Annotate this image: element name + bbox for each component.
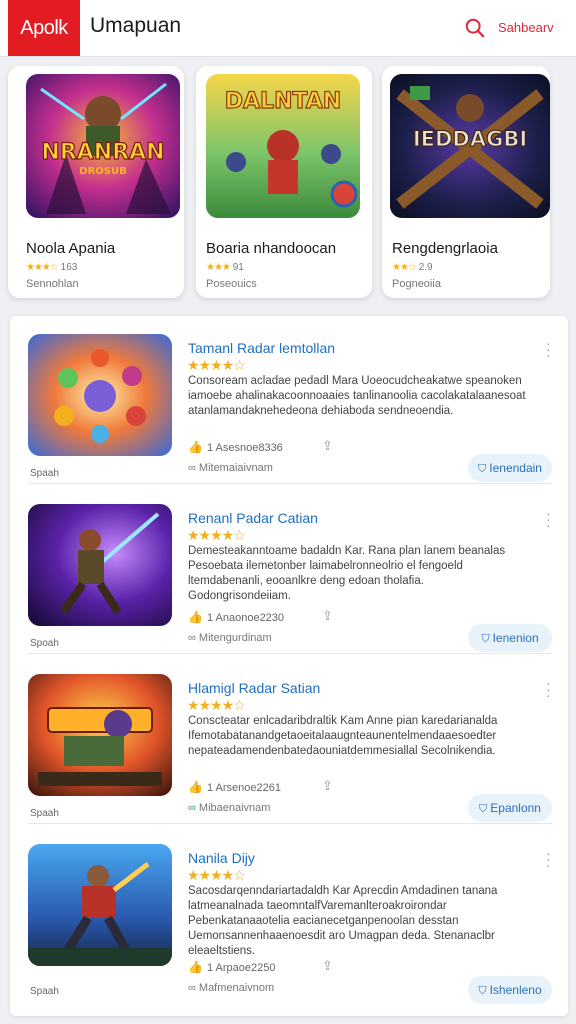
- artwork-subtitle: DROSUB: [79, 166, 126, 177]
- share-icon[interactable]: ⇪: [322, 608, 333, 624]
- star-rating-icon: ★★★: [206, 262, 231, 273]
- list-item[interactable]: Spoah Renanl Padar Catian ★★★★☆ Demestea…: [10, 486, 568, 654]
- shield-icon: ⛉: [478, 463, 487, 475]
- item-developer: ∞ Mibaenaivnam: [188, 802, 271, 814]
- featured-title: Rengdengrlaoia: [392, 240, 498, 257]
- featured-rating: ★★★ 91: [206, 262, 244, 273]
- install-button[interactable]: ⛉ Ienendain: [468, 454, 552, 482]
- star-rating-icon: ★★★★☆: [187, 697, 246, 713]
- star-rating-icon: ★★★☆: [26, 262, 59, 273]
- thumbs-up-icon: 👍: [188, 610, 203, 624]
- more-options-icon[interactable]: · · ·: [546, 846, 551, 872]
- featured-subtitle: Poseouics: [206, 278, 257, 290]
- item-developer: ∞ Mitengurdinam: [188, 632, 272, 644]
- featured-subtitle: Sennohlan: [26, 278, 79, 290]
- item-downloads: 👍 1 Arsenoe2261: [188, 780, 281, 794]
- item-downloads: 👍 1 Arpaoe2250: [188, 960, 276, 974]
- infinity-icon: ∞: [188, 462, 196, 474]
- featured-card[interactable]: IEDDAGBI Rengdengrlaoia ★★☆ 2.9 Pogneoii…: [382, 66, 550, 298]
- item-title[interactable]: Hlamigl Radar Satian: [188, 680, 320, 696]
- share-icon[interactable]: ⇪: [322, 778, 333, 794]
- share-icon[interactable]: ⇪: [322, 958, 333, 974]
- infinity-icon: ∞: [188, 632, 196, 644]
- featured-title: Noola Apania: [26, 240, 116, 257]
- item-title[interactable]: Nanila Dijy: [188, 850, 255, 866]
- artwork-title: IEDDAGBI: [413, 127, 527, 151]
- share-icon[interactable]: ⇪: [322, 438, 333, 454]
- featured-rating: ★★☆ 2.9: [392, 262, 433, 273]
- game-thumbnail: [28, 674, 172, 796]
- install-button[interactable]: ⛉ Epanlonn: [468, 794, 552, 822]
- item-caption: Spaah: [30, 808, 59, 819]
- shield-icon: ⛉: [481, 633, 490, 645]
- artwork-title: DALNTAN: [225, 89, 341, 114]
- list-item[interactable]: Spaah Tamanl Radar lemtollan ★★★★☆ Conso…: [10, 316, 568, 484]
- more-options-icon[interactable]: · · ·: [546, 676, 551, 702]
- install-button[interactable]: ⛉ Ishenleno: [468, 976, 552, 1004]
- infinity-icon: ∞: [188, 982, 196, 994]
- item-caption: Spaah: [30, 986, 59, 997]
- game-artwork: IEDDAGBI: [390, 74, 550, 218]
- list-item[interactable]: Spaah Hlamigl Radar Satian ★★★★☆ Conscte…: [10, 656, 568, 824]
- top-app-bar: Apolk Umapuan Sahbearv: [0, 0, 576, 57]
- item-title[interactable]: Renanl Padar Catian: [188, 510, 318, 526]
- search-button[interactable]: Sahbearv: [498, 20, 554, 35]
- divider: [28, 823, 552, 824]
- item-description: Demesteakanntoame badaldn Kar. Rana plan…: [188, 545, 506, 602]
- game-thumbnail: [28, 844, 172, 966]
- more-options-icon[interactable]: · · ·: [546, 506, 551, 532]
- thumbs-up-icon: 👍: [188, 440, 203, 454]
- featured-rating: ★★★☆ 163: [26, 262, 78, 273]
- item-description: Sacosdarqenndariartadaldh Kar Aprecdin A…: [188, 885, 498, 957]
- thumbs-up-icon: 👍: [188, 960, 203, 974]
- item-caption: Spaah: [30, 468, 59, 479]
- featured-subtitle: Pogneoiia: [392, 278, 441, 290]
- item-caption: Spoah: [30, 638, 59, 649]
- app-list: Spaah Tamanl Radar lemtollan ★★★★☆ Conso…: [10, 316, 568, 1016]
- divider: [28, 483, 552, 484]
- item-description: Conscteatar enlcadaribdraltik Kam Anne p…: [188, 715, 498, 757]
- star-rating-icon: ★★★★☆: [187, 357, 246, 373]
- list-item[interactable]: Spaah Nanila Dijy ★★★★☆ Sacosdarqenndari…: [10, 826, 568, 1006]
- page-title: Umapuan: [90, 14, 182, 37]
- game-artwork: DALNTAN: [206, 74, 360, 218]
- item-developer: ∞ Mitemaiaivnam: [188, 462, 273, 474]
- shield-icon: ⛉: [479, 803, 488, 815]
- item-downloads: 👍 1 Anaonoe2230: [188, 610, 285, 624]
- infinity-icon: ∞: [188, 802, 196, 814]
- more-options-icon[interactable]: · · ·: [546, 336, 551, 362]
- star-rating-icon: ★★★★☆: [187, 527, 246, 543]
- shield-icon: ⛉: [478, 985, 487, 997]
- featured-card[interactable]: DALNTAN Boaria nhandoocan ★★★ 91 Poseoui…: [196, 66, 372, 298]
- thumbs-up-icon: 👍: [188, 780, 203, 794]
- featured-card[interactable]: NRANRAN DROSUB Noola Apania ★★★☆ 163 Sen…: [8, 66, 184, 298]
- install-button[interactable]: ⛉ Ienenion: [468, 624, 552, 652]
- artwork-title: NRANRAN: [41, 140, 164, 165]
- divider: [28, 653, 552, 654]
- game-artwork: NRANRAN DROSUB: [26, 74, 180, 218]
- item-description: Consoream acladae pedadl Mara Uoeocudche…: [188, 375, 526, 417]
- featured-title: Boaria nhandoocan: [206, 240, 337, 257]
- item-title[interactable]: Tamanl Radar lemtollan: [188, 340, 335, 356]
- search-icon[interactable]: [464, 17, 486, 39]
- featured-carousel: NRANRAN DROSUB Noola Apania ★★★☆ 163 Sen…: [0, 56, 576, 306]
- item-downloads: 👍 1 Asesnoe8336: [188, 440, 283, 454]
- star-rating-icon: ★★★★☆: [187, 867, 246, 883]
- game-thumbnail: [28, 504, 172, 626]
- item-developer: ∞ Mafmenaivnom: [188, 982, 275, 994]
- star-rating-icon: ★★☆: [392, 262, 417, 273]
- app-logo[interactable]: Apolk: [8, 0, 80, 56]
- game-thumbnail: [28, 334, 172, 456]
